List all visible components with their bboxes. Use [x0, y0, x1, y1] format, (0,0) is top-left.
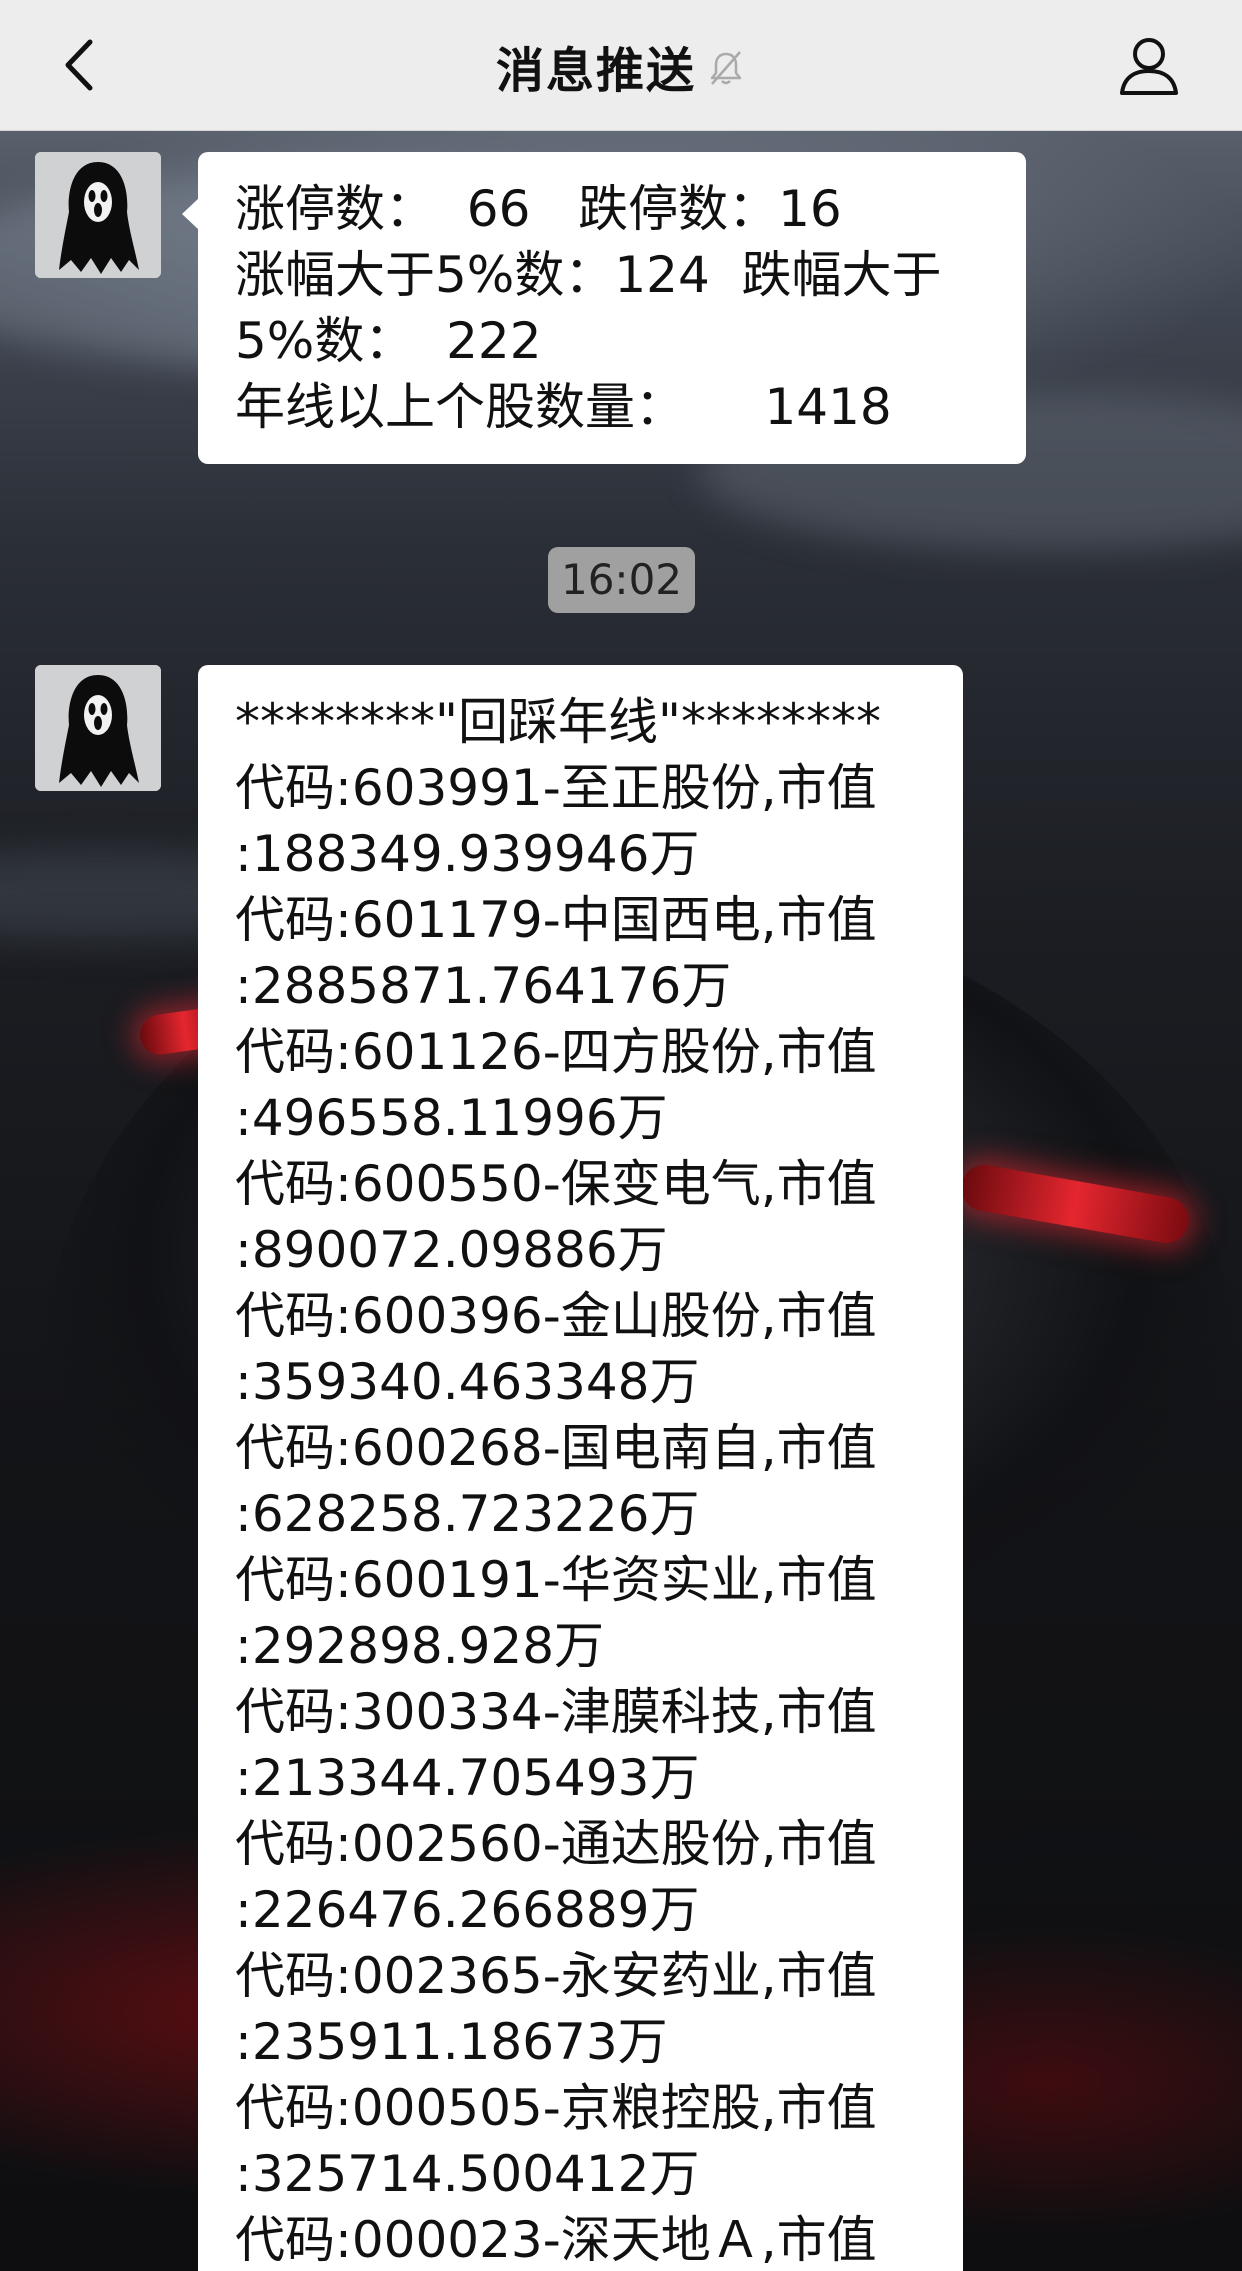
message-line: :496558.11996万	[235, 1089, 668, 1147]
person-icon	[1120, 38, 1178, 95]
bell-muted-icon	[710, 50, 742, 85]
message-line: :628258.723226万	[235, 1485, 700, 1543]
message-line: 代码:601126-四方股份,市值	[235, 1023, 877, 1081]
time-divider: 16:02	[548, 547, 695, 613]
message-line: :235911.18673万	[235, 2013, 668, 2071]
message-line: 代码:601179-中国西电,市值	[235, 891, 877, 949]
message-line: :292898.928万	[235, 1617, 605, 1675]
message-line: 代码:603991-至正股份,市值	[235, 759, 877, 817]
message-line: :359340.463348万	[235, 1353, 700, 1411]
navigation-bar: 消息推送	[0, 0, 1242, 131]
sender-avatar[interactable]	[35, 152, 161, 278]
message-line: 代码:002365-永安药业,市值	[235, 1947, 877, 2005]
sender-avatar[interactable]	[35, 665, 161, 791]
message-line: ********"回踩年线"********	[235, 693, 881, 751]
chat-title: 消息推送	[495, 42, 696, 99]
message-line: 代码:600396-金山股份,市值	[235, 1287, 877, 1345]
ghost-scream-avatar	[35, 665, 161, 791]
message-line: 年线以上个股数量： 1418	[235, 378, 892, 436]
message-line: 代码:002560-通达股份,市值	[235, 1815, 877, 1873]
message-line: 代码:300334-津膜科技,市值	[235, 1683, 877, 1741]
message-line: 代码:000505-京粮控股,市值	[235, 2079, 877, 2137]
message-line: 涨停数： 66 跌停数：16	[235, 180, 842, 238]
message-line: 代码:000023-深天地Ａ,市值	[235, 2211, 877, 2269]
message-line: :325714.500412万	[235, 2145, 700, 2203]
message-line: :188349.939946万	[235, 825, 700, 883]
message-line: 代码:600191-华资实业,市值	[235, 1551, 877, 1609]
message-line: 5%数： 222	[235, 312, 542, 370]
message-line: 涨幅大于5%数：124 跌幅大于	[235, 246, 942, 304]
message-line: :226476.266889万	[235, 1881, 700, 1939]
message-line: :890072.09886万	[235, 1221, 668, 1279]
message-line: 代码:600268-国电南自,市值	[235, 1419, 877, 1477]
message-bubble[interactable]: 涨停数： 66 跌停数：16 涨幅大于5%数：124 跌幅大于 5%数： 222…	[182, 152, 1026, 464]
message-line: 代码:600550-保变电气,市值	[235, 1155, 877, 1213]
message-bubble[interactable]: ********"回踩年线"******** 代码:603991-至正股份,市值…	[198, 665, 963, 2271]
message-line: :213344.705493万	[235, 1749, 700, 1807]
chat-info-button[interactable]	[1116, 33, 1182, 99]
message-line: :2885871.764176万	[235, 957, 732, 1015]
ghost-scream-avatar	[35, 152, 161, 278]
